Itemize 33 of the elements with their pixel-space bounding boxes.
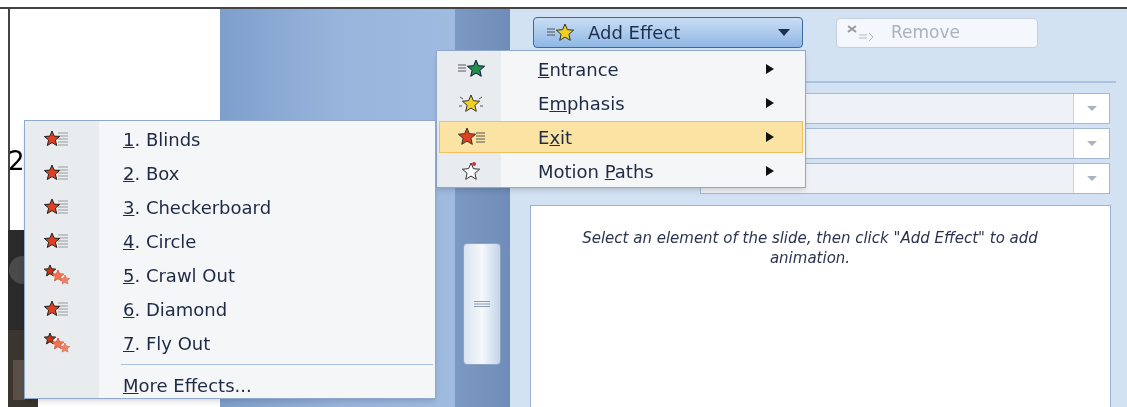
menu-item[interactable]: Entrance: [439, 53, 803, 85]
menu-item[interactable]: 6. Diamond: [27, 293, 433, 325]
menu-item[interactable]: 5. Crawl Out: [27, 259, 433, 291]
menu-item[interactable]: 3. Checkerboard: [27, 191, 433, 223]
flying-stars-icon: [42, 332, 72, 354]
menu-item[interactable]: 1. Blinds: [27, 123, 433, 155]
slide-text: 2: [8, 148, 25, 174]
star-lines-icon: [457, 127, 487, 147]
menu-item[interactable]: Motion Paths: [439, 155, 803, 187]
hint-text: Select an element of the slide, then click "Add Effect" to add animation.: [581, 228, 1039, 268]
menu-item[interactable]: Exit: [439, 121, 803, 153]
caret-icon: [778, 29, 790, 36]
grip-icon: [474, 301, 490, 307]
lines-star-icon: [457, 59, 487, 79]
caret-icon: [1086, 106, 1097, 111]
flying-stars-icon: [42, 264, 72, 286]
caret-icon: [1086, 141, 1097, 146]
menu-item[interactable]: 2. Box: [27, 157, 433, 189]
submenu-arrow-icon: [766, 166, 774, 176]
dropdown-button[interactable]: [1073, 129, 1109, 158]
submenu-arrow-icon: [766, 132, 774, 142]
menu-item[interactable]: Emphasis: [439, 87, 803, 119]
menu-item[interactable]: 4. Circle: [27, 225, 433, 257]
menu-item[interactable]: More Effects...: [27, 369, 433, 401]
submenu-arrow-icon: [766, 64, 774, 74]
caret-icon: [1086, 176, 1097, 181]
dropdown-button[interactable]: [1073, 94, 1109, 123]
star-lines-icon: [546, 22, 576, 43]
add-effect-button[interactable]: Add Effect: [533, 17, 803, 48]
menu-item[interactable]: 7. Fly Out: [27, 327, 433, 359]
scrollbar-thumb[interactable]: [463, 243, 501, 365]
dropdown-button[interactable]: [1073, 164, 1109, 193]
submenu-arrow-icon: [766, 98, 774, 108]
